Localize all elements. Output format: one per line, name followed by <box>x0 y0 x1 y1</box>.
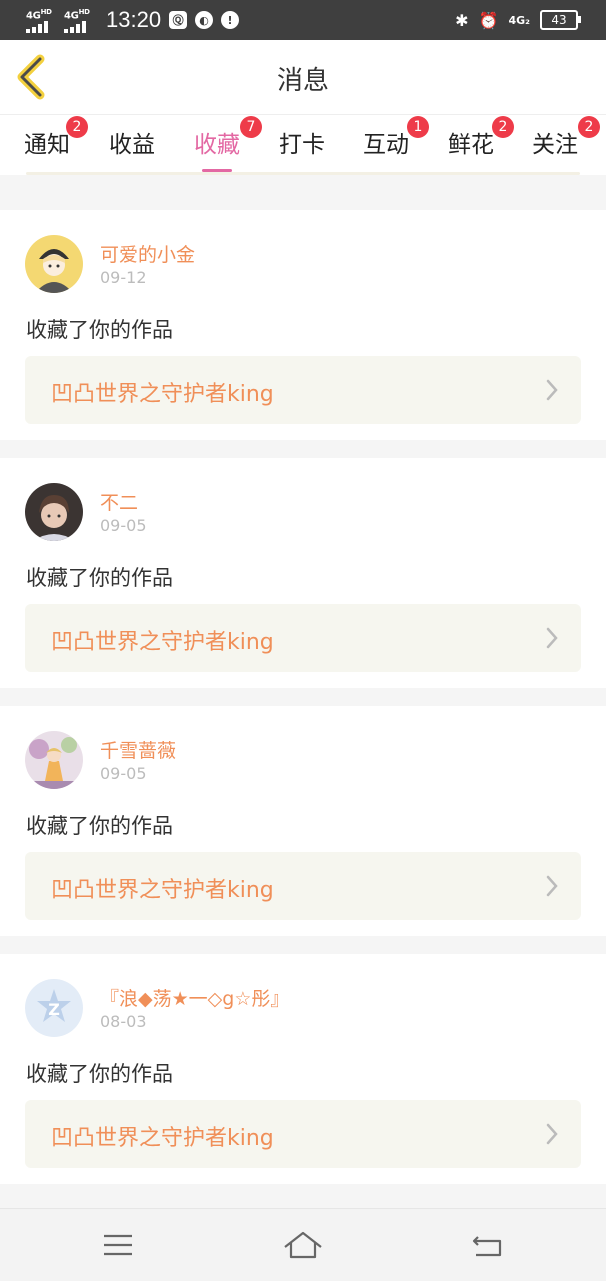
alarm-icon: ⏰ <box>478 10 499 30</box>
avatar[interactable] <box>25 483 83 541</box>
chevron-right-icon <box>546 875 558 897</box>
user-name[interactable]: 不二 <box>100 488 138 515</box>
home-icon <box>284 1231 322 1259</box>
bluetooth-icon: ✱ <box>455 10 469 30</box>
unread-badge: 7 <box>240 116 262 138</box>
back-icon <box>472 1236 502 1257</box>
tab-follow[interactable]: 关注 2 <box>532 116 600 159</box>
browser-notification-icon: ◐ <box>195 11 214 29</box>
user-name[interactable]: 千雪蔷薇 <box>100 736 176 763</box>
tab-label: 收藏 <box>194 132 240 158</box>
message-text: 收藏了你的作品 <box>26 1062 173 1086</box>
tab-checkin[interactable]: 打卡 <box>279 125 325 159</box>
top-bar: 消息 <box>0 40 606 115</box>
message-text: 收藏了你的作品 <box>26 566 173 590</box>
tab-bar: 通知 2 收益 收藏 7 打卡 互动 1 鲜花 2 关注 2 <box>0 115 606 175</box>
clock: 13:20 <box>106 7 162 32</box>
avatar-image <box>25 235 83 293</box>
network-icon: 4G₂ <box>508 13 530 27</box>
avatar[interactable]: Z <box>25 979 83 1037</box>
work-title: 凹凸世界之守护者king <box>51 630 274 655</box>
alert-notification-icon: ! <box>221 11 240 29</box>
page-title: 消息 <box>276 66 329 96</box>
unread-badge: 1 <box>407 116 429 138</box>
tab-flowers[interactable]: 鲜花 2 <box>448 116 514 159</box>
tab-notice[interactable]: 通知 2 <box>24 116 88 159</box>
tab-label: 关注 <box>532 132 578 158</box>
menu-icon <box>104 1234 132 1256</box>
divider <box>26 172 580 175</box>
message-text: 收藏了你的作品 <box>26 814 173 838</box>
message-card[interactable]: 千雪蔷薇 09-05 收藏了你的作品 凹凸世界之守护者king <box>0 706 606 936</box>
tab-label: 互动 <box>363 132 409 158</box>
work-link[interactable]: 凹凸世界之守护者king <box>25 604 581 672</box>
work-title: 凹凸世界之守护者king <box>51 1126 274 1151</box>
menu-button[interactable] <box>98 1225 138 1265</box>
tab-label: 收益 <box>109 132 155 158</box>
tab-favorites[interactable]: 收藏 7 <box>194 116 262 172</box>
work-link[interactable]: 凹凸世界之守护者king <box>25 356 581 424</box>
tab-label: 鲜花 <box>448 132 494 158</box>
signal-1-icon: 4GHD <box>26 7 56 34</box>
tab-label: 打卡 <box>279 132 325 158</box>
battery-icon: 43 <box>540 10 581 30</box>
avatar[interactable] <box>25 731 83 789</box>
unread-badge: 2 <box>578 116 600 138</box>
message-card[interactable]: 不二 09-05 收藏了你的作品 凹凸世界之守护者king <box>0 458 606 688</box>
app-notification-icon: Ⓠ <box>169 11 188 29</box>
tab-earnings[interactable]: 收益 <box>109 125 155 159</box>
avatar-image <box>25 483 83 541</box>
tab-label: 通知 <box>24 132 70 158</box>
svg-text:Z: Z <box>48 1000 60 1019</box>
avatar[interactable] <box>25 235 83 293</box>
unread-badge: 2 <box>66 116 88 138</box>
user-name[interactable]: 可爱的小金 <box>100 240 195 267</box>
chevron-right-icon <box>546 627 558 649</box>
message-card[interactable]: 可爱的小金 09-12 收藏了你的作品 凹凸世界之守护者king <box>0 210 606 440</box>
chevron-right-icon <box>546 379 558 401</box>
tab-interaction[interactable]: 互动 1 <box>363 116 429 159</box>
avatar-image <box>25 731 83 789</box>
message-date: 08-03 <box>100 1012 147 1031</box>
message-text: 收藏了你的作品 <box>26 318 173 342</box>
message-date: 09-05 <box>100 764 147 783</box>
default-avatar-icon: Z <box>25 979 83 1037</box>
message-card[interactable]: Z 『浪◆荡★一◇g☆彤』 08-03 收藏了你的作品 凹凸世界之守护者king <box>0 954 606 1184</box>
work-title: 凹凸世界之守护者king <box>51 878 274 903</box>
message-date: 09-12 <box>100 268 147 287</box>
work-link[interactable]: 凹凸世界之守护者king <box>25 852 581 920</box>
unread-badge: 2 <box>492 116 514 138</box>
chevron-right-icon <box>546 1123 558 1145</box>
message-date: 09-05 <box>100 516 147 535</box>
status-bar: 4GHD 4GHD 13:20 Ⓠ ◐ ! ✱ ⏰ 4G₂ 43 <box>0 0 606 40</box>
system-nav-bar <box>0 1208 606 1281</box>
signal-2-icon: 4GHD <box>64 7 94 34</box>
home-button[interactable] <box>283 1225 323 1265</box>
user-name[interactable]: 『浪◆荡★一◇g☆彤』 <box>100 984 289 1011</box>
back-nav-button[interactable] <box>468 1225 508 1265</box>
work-link[interactable]: 凹凸世界之守护者king <box>25 1100 581 1168</box>
work-title: 凹凸世界之守护者king <box>51 382 274 407</box>
